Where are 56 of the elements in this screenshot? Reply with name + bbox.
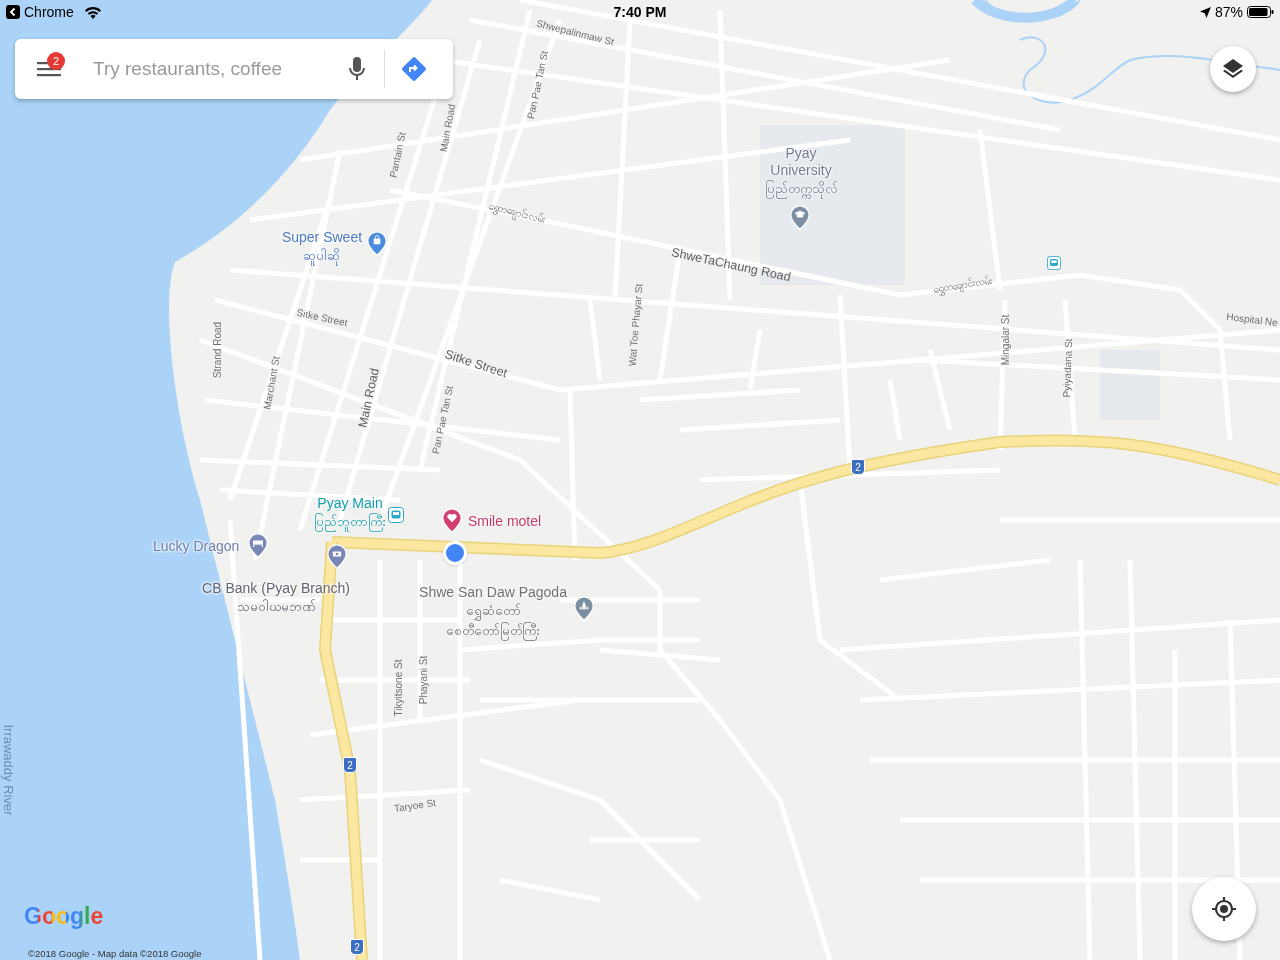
street-label: Strand Road [213, 321, 223, 379]
place-local-name[interactable]: ရွှေဆံတော် [465, 601, 521, 621]
place-local-name[interactable]: ဆူပါဆို [303, 246, 341, 266]
street-label: Pyiyadana St [1061, 338, 1075, 398]
clock-time: 7:40 PM [613, 2, 667, 22]
street-label: Marchant St [262, 355, 282, 411]
my-location-button[interactable] [1192, 877, 1256, 941]
river-label: Irrawaddy River [1, 724, 15, 816]
street-label: Hospital Ne [1225, 311, 1279, 329]
map-attribution: ©2018 Google - Map data ©2018 Google [28, 948, 202, 960]
shopping-bag-pin-icon[interactable] [367, 231, 387, 256]
street-label: Pan Pae Tan St [430, 385, 456, 455]
place-name[interactable]: Smile motel [468, 513, 542, 530]
street-label: Taryoe St [393, 798, 437, 814]
street-label: Mingalar St [1001, 314, 1011, 366]
location-arrow-icon [1199, 6, 1211, 18]
train-icon[interactable] [388, 507, 404, 523]
bed-pin-icon[interactable] [248, 533, 268, 558]
street-label: Wat Toe Phayar St [627, 283, 645, 367]
place-name[interactable]: Pyay University [756, 145, 846, 179]
back-app-label[interactable]: Chrome [24, 1, 74, 23]
street-label: Main Road [438, 103, 458, 153]
street-label: Pantain St [388, 131, 408, 179]
place-name[interactable]: Super Sweet [281, 229, 363, 246]
place-local-name[interactable]: ပြည်ဘူတာကြီး [314, 512, 386, 532]
notification-badge: 2 [47, 52, 65, 70]
street-label: Sitke Street [295, 307, 349, 329]
my-location-icon [1211, 896, 1237, 922]
street-label: Main Road [356, 367, 382, 429]
battery-percent: 87% [1214, 2, 1243, 22]
street-label: Phayani St [419, 655, 429, 705]
highway-shield: 2 [350, 939, 364, 955]
place-local-name[interactable]: ပြည်တက္ကသိုလ် [764, 179, 838, 199]
heart-pin-icon[interactable] [442, 508, 462, 533]
street-label: Sitke Street [443, 348, 509, 380]
map-layers-button[interactable] [1210, 46, 1256, 92]
place-name[interactable]: Lucky Dragon [153, 538, 240, 555]
microphone-icon[interactable] [349, 57, 365, 81]
search-field[interactable]: Try restaurants, coffee [93, 54, 343, 84]
highway-shield: 2 [851, 459, 865, 475]
layers-icon [1221, 57, 1245, 81]
highway-shield: 2 [343, 757, 357, 773]
search-bar[interactable]: 2 Try restaurants, coffee [15, 39, 453, 99]
street-label: Pan Pae Tan St [525, 50, 551, 120]
place-name[interactable]: Pyay Main [317, 495, 383, 512]
street-label: Tikyitsone St [394, 659, 404, 717]
stupa-pin-icon[interactable] [574, 596, 594, 621]
graduation-cap-pin-icon[interactable] [790, 205, 810, 230]
place-name[interactable]: Shwe San Daw Pagoda [419, 584, 567, 601]
battery-icon [1247, 6, 1274, 18]
bus-stop-icon[interactable] [1047, 256, 1061, 270]
place-local-name[interactable]: စေတီတော်မြတ်ကြီး [446, 621, 540, 641]
banknote-pin-icon[interactable] [327, 544, 347, 569]
wifi-icon [83, 5, 102, 19]
back-icon[interactable] [6, 5, 20, 19]
place-local-name[interactable]: သမဝါယမဘဏ် [236, 597, 316, 617]
